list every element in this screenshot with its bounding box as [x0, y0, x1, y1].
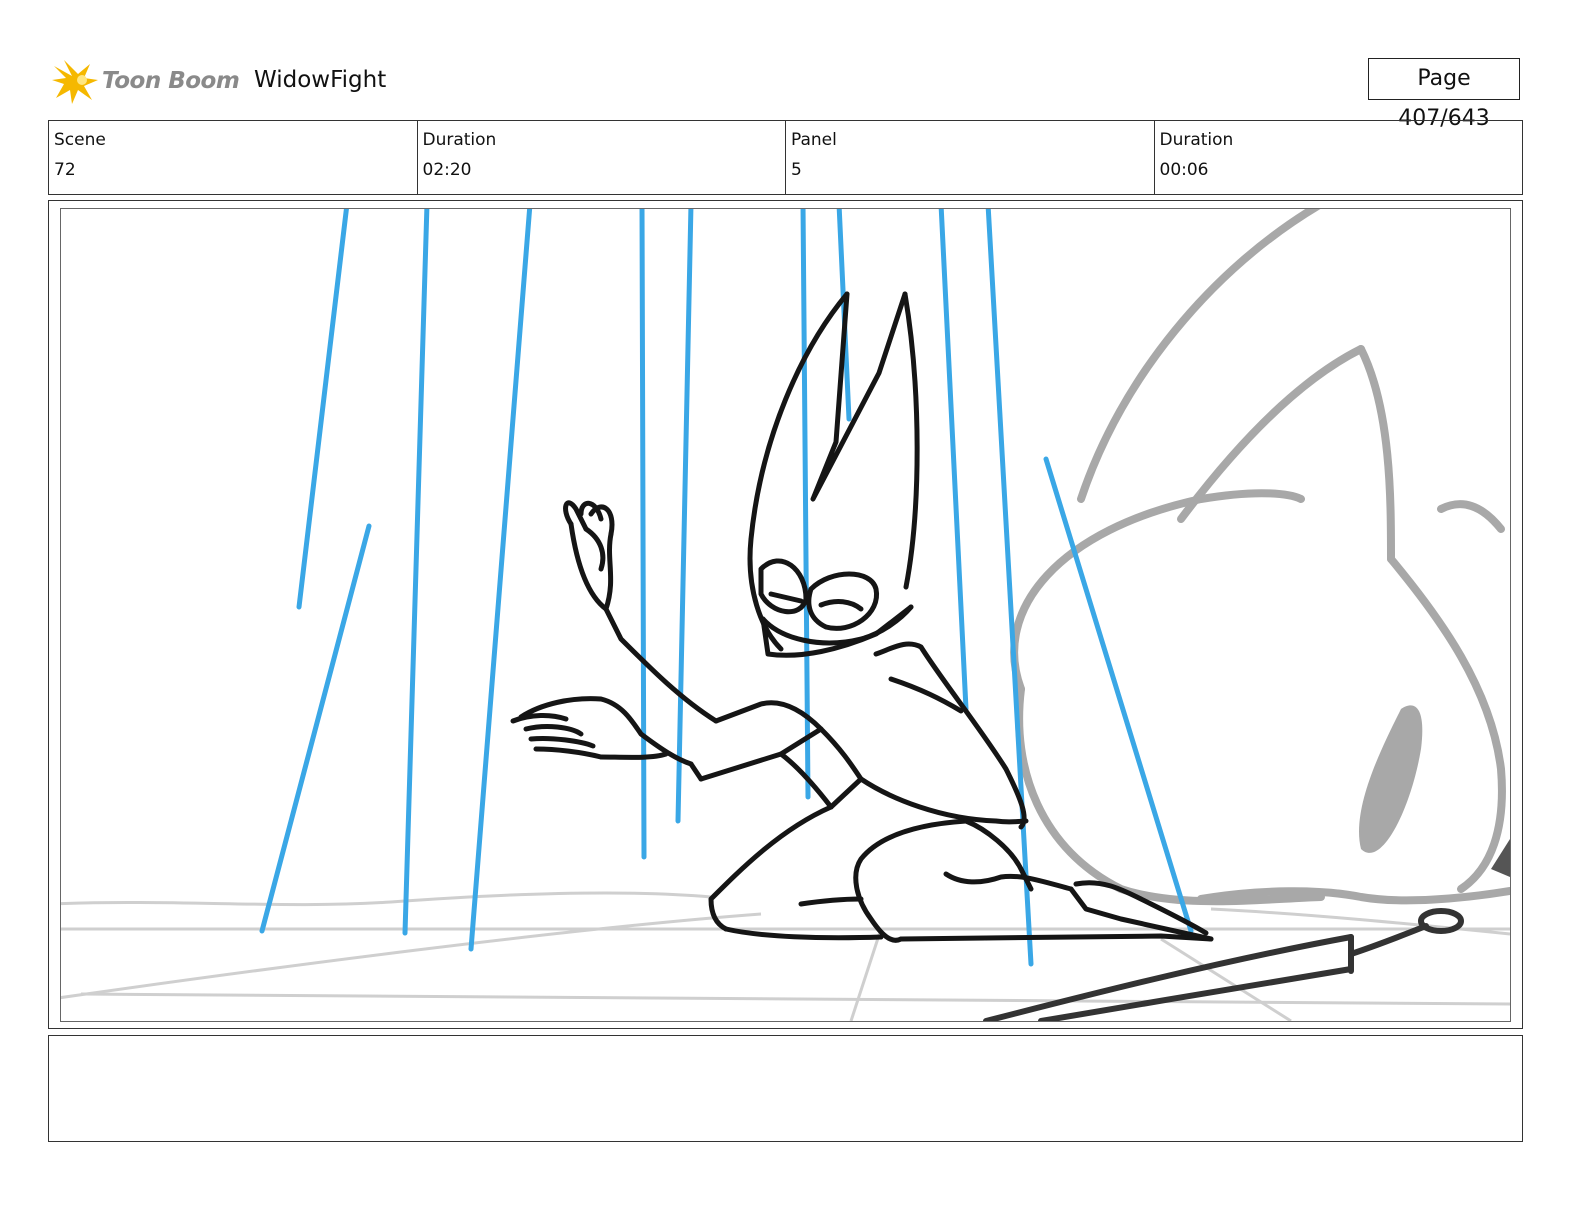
scene-duration-label: Duration — [422, 130, 497, 150]
storyboard-panel — [48, 200, 1523, 1029]
scene-label: Scene — [54, 130, 106, 150]
panel-label: Panel — [791, 130, 837, 150]
background-figure — [1010, 209, 1510, 906]
panel-duration-label: Duration — [1159, 130, 1234, 150]
starburst-logo-icon — [52, 60, 98, 104]
background-figure-eye — [1359, 705, 1423, 853]
panel-value: 5 — [791, 160, 802, 180]
panel-cell: Panel 5 — [786, 121, 1155, 194]
main-character — [510, 291, 1214, 943]
toon-boom-logo: Toon Boom — [50, 55, 240, 107]
scene-duration-value: 02:20 — [422, 160, 472, 180]
scene-value: 72 — [54, 160, 76, 180]
project-title: WidowFight — [254, 67, 387, 93]
scene-info-table: Scene 72 Duration 02:20 Panel 5 Duration… — [48, 120, 1523, 195]
panel-image-area — [60, 208, 1511, 1022]
storyboard-sketch-image — [61, 209, 1510, 1021]
logo-text: Toon Boom — [102, 68, 240, 94]
scene-cell: Scene 72 — [49, 121, 418, 194]
scene-duration-cell: Duration 02:20 — [418, 121, 786, 194]
panel-notes — [48, 1035, 1523, 1142]
panel-duration-value: 00:06 — [1159, 160, 1209, 180]
page-header: Toon Boom WidowFight Page 407/643 — [50, 55, 1540, 131]
panel-duration-cell: Duration 00:06 — [1155, 121, 1523, 194]
floor-lines — [61, 891, 1510, 1021]
rain-strokes — [259, 209, 1194, 967]
page-counter: Page 407/643 — [1368, 58, 1520, 131]
